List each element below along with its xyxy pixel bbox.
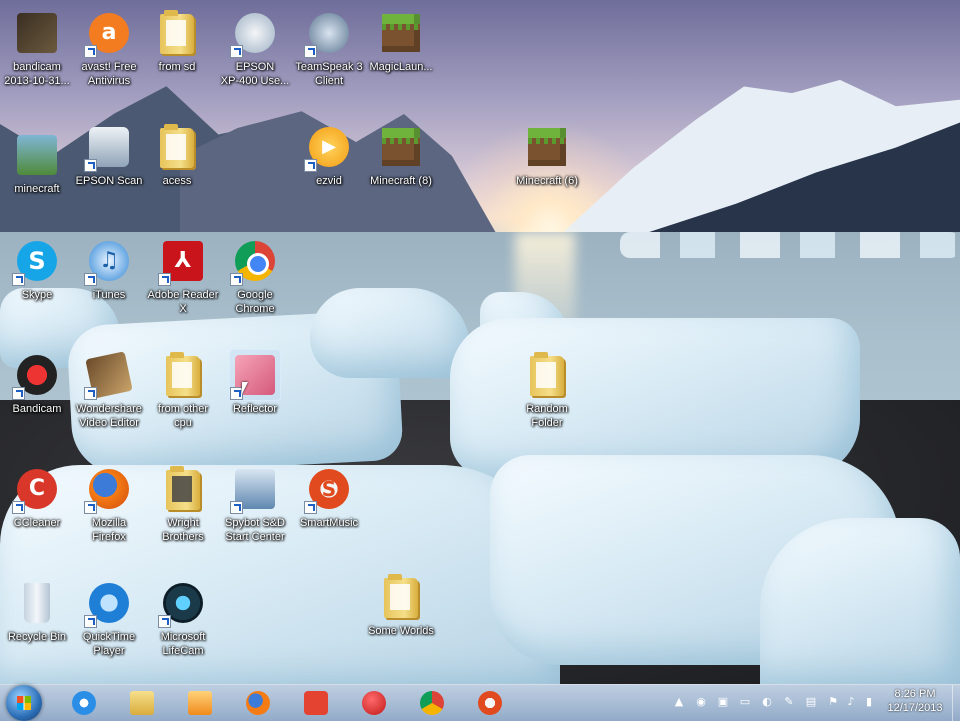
distant-ice-floes (620, 232, 960, 258)
shortcut-arrow-icon (230, 273, 243, 286)
video-file-icon (17, 13, 57, 53)
tray-monitor-icon[interactable]: ▭ (738, 695, 752, 709)
desktop-icon-avast[interactable]: a avast! Free Antivirus (72, 8, 146, 118)
desktop-icon-minecraft[interactable]: minecraft (0, 130, 74, 240)
system-tray: ▲ ◉ ▣ ▭ ◐ ✎ ▤ ⚑ ♪ ▮ (670, 687, 874, 719)
shortcut-arrow-icon (12, 501, 25, 514)
media-player-icon (188, 691, 212, 715)
firefox-icon (246, 691, 270, 715)
desktop-icon-spybot[interactable]: Spybot S&D Start Center (218, 464, 292, 574)
desktop-icon-adobe-reader[interactable]: ⅄ Adobe Reader X (146, 236, 220, 346)
taskbar: ▲ ◉ ▣ ▭ ◐ ✎ ▤ ⚑ ♪ ▮ 8:26 PM 12/17/2013 (0, 684, 960, 721)
desktop-icon-from-sd[interactable]: from sd (140, 8, 214, 118)
desktop-icon-wright-brothers[interactable]: Wright Brothers (146, 464, 220, 574)
desktop-icon-random-folder[interactable]: Random Folder (510, 350, 584, 460)
action-center-flag-icon[interactable]: ⚑ (826, 695, 840, 709)
folder-icon (166, 352, 200, 396)
shortcut-arrow-icon (158, 273, 171, 286)
shortcut-arrow-icon (84, 501, 97, 514)
minecraft-screenshot-icon (17, 135, 57, 175)
desktop-icon-epson-scan[interactable]: EPSON Scan (72, 122, 146, 232)
desktop-icon-teamspeak[interactable]: TeamSpeak 3 Client (292, 8, 366, 118)
taskbar-smartmusic[interactable] (466, 687, 514, 719)
network-globe-icon[interactable]: ◉ (694, 695, 708, 709)
start-button[interactable] (6, 685, 42, 721)
desktop-icon-magiclauncher[interactable]: MagicLaun... (364, 8, 438, 118)
shortcut-arrow-icon (158, 615, 171, 628)
desktop-icon-ezvid[interactable]: ▶ ezvid (292, 122, 366, 232)
file-explorer-icon (130, 691, 154, 715)
clock-time: 8:26 PM (894, 688, 936, 700)
smartmusic-icon (478, 691, 502, 715)
desktop-icon-wondershare[interactable]: Wondershare Video Editor (72, 350, 146, 460)
desktop-icon-minecraft-8[interactable]: Minecraft (8) (364, 122, 438, 232)
shortcut-arrow-icon (84, 159, 97, 172)
ice-block (310, 288, 470, 378)
desktop-icon-quicktime[interactable]: QuickTime Player (72, 578, 146, 688)
shortcut-arrow-icon (84, 615, 97, 628)
shortcut-arrow-icon (304, 501, 317, 514)
internet-explorer-icon (72, 691, 96, 715)
taskbar-firefox[interactable] (234, 687, 282, 719)
minecraft-grass-block-icon (382, 128, 420, 166)
shortcut-arrow-icon (84, 45, 97, 58)
taskbar-media-player[interactable] (176, 687, 224, 719)
folder-icon (160, 124, 194, 168)
folder-icon (166, 466, 200, 510)
ice-block (760, 518, 960, 684)
desktop-icon-bandicam[interactable]: Bandicam (0, 350, 74, 460)
tray-pin-icon[interactable]: ✎ (782, 695, 796, 709)
shortcut-arrow-icon (304, 159, 317, 172)
todoist-icon (304, 691, 328, 715)
taskbar-file-explorer[interactable] (118, 687, 166, 719)
taskbar-chrome[interactable] (408, 687, 456, 719)
desktop-icon-epson-xp400[interactable]: EPSON XP-400 Use... (218, 8, 292, 118)
shortcut-arrow-icon (230, 501, 243, 514)
pushpin-icon (362, 691, 386, 715)
desktop-icon-smartmusic[interactable]: S SmartMusic (292, 464, 366, 574)
minecraft-grass-block-icon (382, 14, 420, 52)
taskbar-internet-explorer[interactable] (60, 687, 108, 719)
desktop-icon-lifecam[interactable]: Microsoft LifeCam (146, 578, 220, 688)
windows-logo-icon (17, 696, 31, 710)
desktop-icon-from-other-cpu[interactable]: from other cpu (146, 350, 220, 460)
desktop-icon-ccleaner[interactable]: C CCleaner (0, 464, 74, 574)
volume-icon[interactable]: ♪ (844, 695, 858, 709)
shortcut-arrow-icon (230, 45, 243, 58)
shortcut-arrow-icon (84, 387, 97, 400)
shortcut-arrow-icon (12, 387, 25, 400)
minecraft-grass-block-icon (528, 128, 566, 166)
recycle-bin-icon (24, 583, 50, 623)
desktop-icon-firefox[interactable]: Mozilla Firefox (72, 464, 146, 574)
tray-app-icon[interactable]: ▣ (716, 695, 730, 709)
desktop-icon-bandicam-video[interactable]: bandicam 2013-10-31... (0, 8, 74, 118)
desktop-icon-google-chrome[interactable]: Google Chrome (218, 236, 292, 346)
desktop-icon-some-worlds[interactable]: Some Worlds (364, 572, 438, 682)
taskbar-clock[interactable]: 8:26 PM 12/17/2013 (880, 687, 950, 719)
desktop-icon-reflector[interactable]: Reflector (218, 349, 292, 460)
clock-date: 12/17/2013 (887, 702, 943, 714)
chrome-icon (420, 691, 444, 715)
desktop-icon-acess[interactable]: acess (140, 122, 214, 232)
desktop-icon-minecraft-6[interactable]: Minecraft (6) (510, 122, 584, 232)
folder-icon (384, 574, 418, 618)
folder-icon (160, 10, 194, 54)
show-hidden-icons-chevron-icon[interactable]: ▲ (672, 695, 686, 709)
taskbar-todoist[interactable] (292, 687, 340, 719)
shortcut-arrow-icon (12, 273, 25, 286)
signal-strength-icon[interactable]: ▮ (862, 695, 876, 709)
tray-shield-icon[interactable]: ◐ (760, 695, 774, 709)
desktop-icon-recycle-bin[interactable]: Recycle Bin (0, 578, 74, 688)
show-desktop-button[interactable] (952, 685, 960, 721)
shortcut-arrow-icon (84, 273, 97, 286)
taskbar-pushpin[interactable] (350, 687, 398, 719)
shortcut-arrow-icon (304, 45, 317, 58)
mouse-cursor-icon (242, 382, 248, 394)
desktop-icon-itunes[interactable]: ♫ iTunes (72, 236, 146, 346)
desktop-icon-skype[interactable]: S Skype (0, 236, 74, 346)
tray-device-icon[interactable]: ▤ (804, 695, 818, 709)
folder-icon (530, 352, 564, 396)
